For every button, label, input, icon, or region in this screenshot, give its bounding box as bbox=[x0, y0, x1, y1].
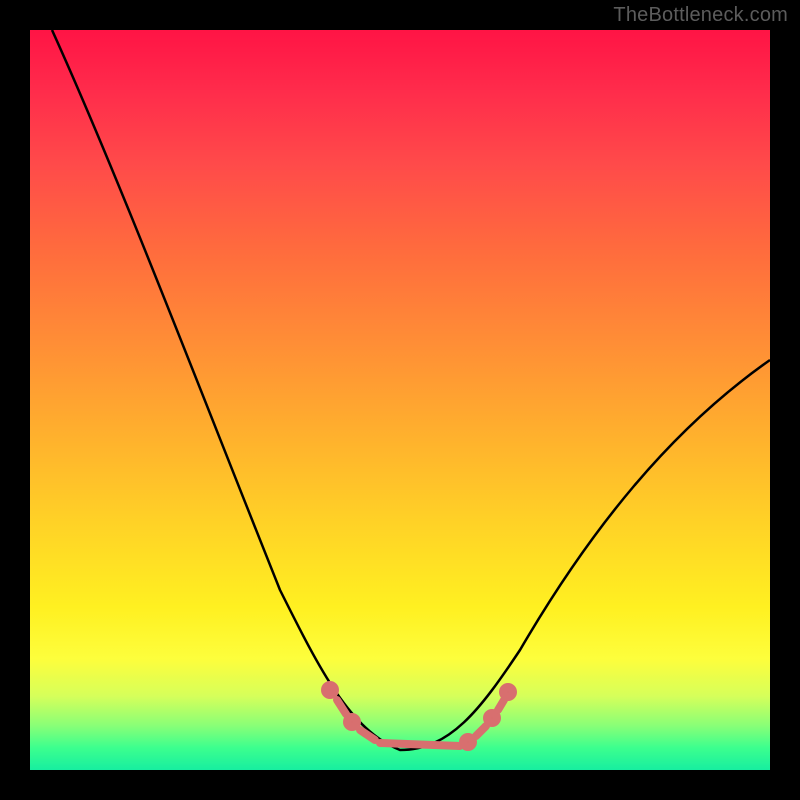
plot-area bbox=[30, 30, 770, 770]
plot-svg bbox=[30, 30, 770, 770]
chart-frame: TheBottleneck.com bbox=[0, 0, 800, 800]
valley-markers bbox=[325, 685, 513, 747]
bottleneck-curve bbox=[52, 30, 770, 750]
watermark-text: TheBottleneck.com bbox=[613, 4, 788, 27]
